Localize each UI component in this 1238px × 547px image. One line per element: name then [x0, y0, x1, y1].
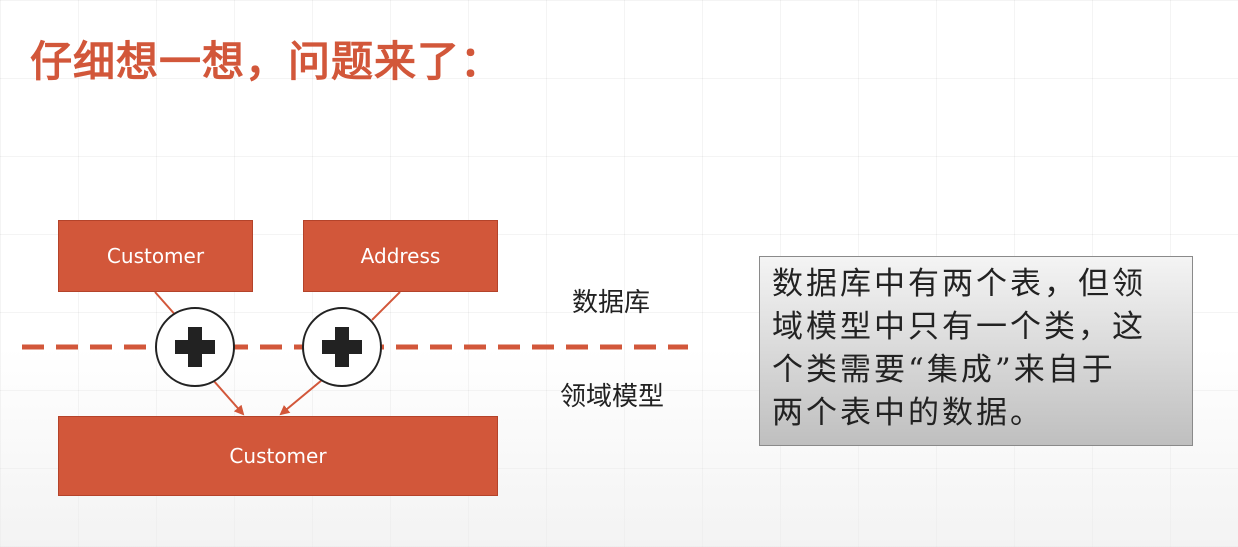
note-line: 域模型中只有一个类，这 [772, 309, 1146, 345]
note-line: 两个表中的数据。 [772, 395, 1044, 431]
explanation-note: 数据库中有两个表，但领 域模型中只有一个类，这 个类需要“集成”来自于 两个表中… [759, 256, 1193, 446]
address-table-label: Address [360, 244, 441, 268]
note-line: 数据库中有两个表，但领 [772, 266, 1146, 302]
customer-domain-class-box: Customer [58, 416, 498, 496]
customer-table-label: Customer [106, 244, 205, 268]
arrow-left-to-domain [212, 379, 245, 416]
plus-icon [302, 307, 382, 387]
note-line: 个类需要“集成”来自于 [772, 352, 1116, 388]
customer-domain-class-label: Customer [229, 444, 327, 468]
customer-table-box: Customer [58, 220, 253, 292]
database-label: 数据库 [572, 288, 651, 318]
arrow-right-to-domain [279, 379, 323, 416]
address-table-box: Address [303, 220, 498, 292]
plus-icon [155, 307, 235, 387]
connector-address-to-plus [371, 291, 401, 321]
domain-model-label: 领域模型 [560, 382, 665, 412]
